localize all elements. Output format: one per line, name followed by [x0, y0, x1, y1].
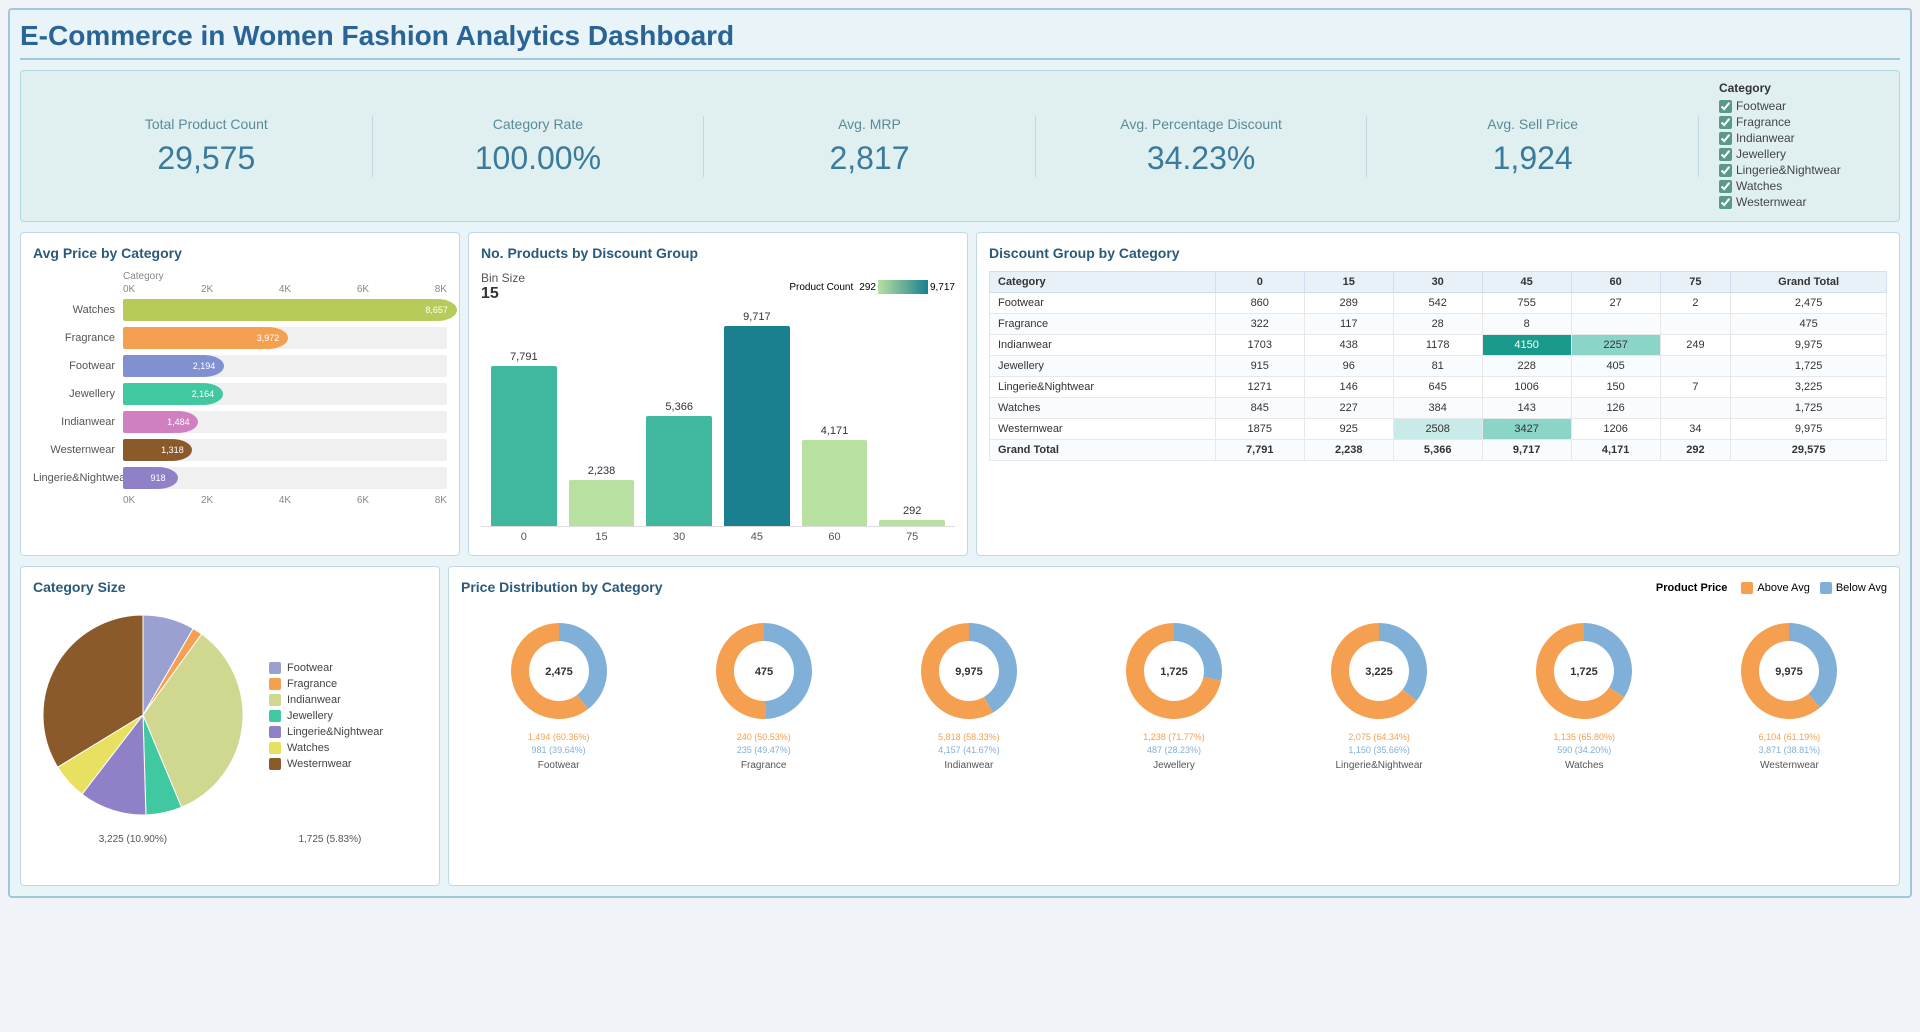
donut-item: 1,7251,135 (65.80%)590 (34.20%)Watches: [1487, 611, 1682, 771]
category-filter-item: Watches: [1719, 179, 1879, 193]
kpi-avg-sell-price: Avg. Sell Price 1,924: [1367, 116, 1699, 177]
donut-svg: 9,975: [1729, 611, 1849, 731]
product-count-legend: Product Count 292 9,717: [789, 280, 955, 294]
pie-legend-item: Fragrance: [269, 678, 383, 690]
donut-item: 9,9755,818 (58.33%)4,157 (41.67%)Indianw…: [871, 611, 1066, 771]
kpi-total-product-count: Total Product Count 29,575: [41, 116, 373, 177]
donut-svg: 475: [704, 611, 824, 731]
dashboard: E-Commerce in Women Fashion Analytics Da…: [8, 8, 1912, 898]
pie-legend-item: Watches: [269, 742, 383, 754]
svg-text:2,475: 2,475: [545, 666, 573, 678]
vbar-col: 5,366: [646, 401, 712, 526]
hbar-row: Footwear 2,194: [33, 355, 447, 377]
donut-category-label: Fragrance: [741, 760, 787, 771]
vbar-col: 9,717: [724, 311, 790, 526]
category-filter-item: Fragrance: [1719, 115, 1879, 129]
hbar-chart: 0K2K4K6K8K Watches 8,657 Fragrance 3,972…: [33, 284, 447, 506]
donut-item: 1,7251,238 (71.77%)487 (28.23%)Jewellery: [1076, 611, 1271, 771]
svg-text:1,725: 1,725: [1571, 666, 1599, 678]
svg-text:1,725: 1,725: [1160, 666, 1188, 678]
avg-price-category-label: Category: [33, 271, 447, 282]
pie-chart: [33, 605, 253, 825]
category-filter-item: Indianwear: [1719, 131, 1879, 145]
category-filter-item: Jewellery: [1719, 147, 1879, 161]
donut-svg: 2,475: [499, 611, 619, 731]
charts-row-1: Avg Price by Category Category 0K2K4K6K8…: [20, 232, 1900, 556]
kpi-row: Total Product Count 29,575 Category Rate…: [20, 70, 1900, 222]
discount-table: Category01530456075Grand TotalFootwear86…: [989, 271, 1887, 461]
pie-legend-item: Jewellery: [269, 710, 383, 722]
table-row: Fragrance322117288475: [990, 314, 1887, 335]
hbar-row: Jewellery 2,164: [33, 383, 447, 405]
kpi-avg-pct-discount: Avg. Percentage Discount 34.23%: [1036, 116, 1368, 177]
donut-category-label: Jewellery: [1153, 760, 1195, 771]
donut-item: 3,2252,075 (64.34%)1,150 (35.66%)Lingeri…: [1282, 611, 1477, 771]
category-filter: Category Footwear Fragrance Indianwear J…: [1699, 81, 1879, 211]
svg-text:475: 475: [755, 666, 773, 678]
vbar-col: 7,791: [491, 351, 557, 526]
table-row: Watches8452273841431261,725: [990, 398, 1887, 419]
pie-legend-item: Westernwear: [269, 758, 383, 770]
donut-legend: Product Price Above AvgBelow Avg: [1656, 582, 1887, 594]
vbar-col: 2,238: [569, 465, 635, 526]
donut-svg: 9,975: [909, 611, 1029, 731]
table-grand-total: Grand Total7,7912,2385,3669,7174,1712922…: [990, 440, 1887, 461]
donut-item: 475240 (50.53%)235 (49.47%)Fragrance: [666, 611, 861, 771]
donut-category-label: Lingerie&Nightwear: [1335, 760, 1422, 771]
kpi-category-rate: Category Rate 100.00%: [373, 116, 705, 177]
donut-category-label: Footwear: [538, 760, 580, 771]
vbar-chart: 7,791 2,238 5,366 9,717 4,171 292 015304…: [481, 307, 955, 543]
avg-price-chart: Avg Price by Category Category 0K2K4K6K8…: [20, 232, 460, 556]
category-size-panel: Category Size FootwearFragranceIndianwea…: [20, 566, 440, 886]
svg-text:9,975: 9,975: [955, 666, 983, 678]
table-row: Footwear8602895427552722,475: [990, 293, 1887, 314]
category-filter-item: Footwear: [1719, 99, 1879, 113]
pie-legend-item: Indianwear: [269, 694, 383, 706]
hbar-row: Indianwear 1,484: [33, 411, 447, 433]
hbar-row: Fragrance 3,972: [33, 327, 447, 349]
donuts-row: 2,4751,494 (60.36%)981 (39.64%)Footwear4…: [461, 611, 1887, 771]
donut-item: 9,9756,104 (61.19%)3,871 (38.81%)Western…: [1692, 611, 1887, 771]
discount-table-panel: Discount Group by Category Category01530…: [976, 232, 1900, 556]
donut-category-label: Westernwear: [1760, 760, 1819, 771]
donut-svg: 3,225: [1319, 611, 1439, 731]
hbar-row: Watches 8,657: [33, 299, 447, 321]
table-row: Lingerie&Nightwear1271146645100615073,22…: [990, 377, 1887, 398]
table-row: Jewellery91596812284051,725: [990, 356, 1887, 377]
page-title: E-Commerce in Women Fashion Analytics Da…: [20, 20, 1900, 60]
donut-item: 2,4751,494 (60.36%)981 (39.64%)Footwear: [461, 611, 656, 771]
pie-legend-item: Lingerie&Nightwear: [269, 726, 383, 738]
table-row: Indianwear17034381178415022572499,975: [990, 335, 1887, 356]
svg-text:9,975: 9,975: [1776, 666, 1804, 678]
donut-svg: 1,725: [1524, 611, 1644, 731]
discount-group-chart: No. Products by Discount Group Bin Size …: [468, 232, 968, 556]
category-filter-item: Lingerie&Nightwear: [1719, 163, 1879, 177]
table-row: Westernwear1875925250834271206349,975: [990, 419, 1887, 440]
price-distribution-panel: Price Distribution by Category Product P…: [448, 566, 1900, 886]
kpi-avg-mrp: Avg. MRP 2,817: [704, 116, 1036, 177]
bottom-row: Category Size FootwearFragranceIndianwea…: [20, 566, 1900, 886]
vbar-col: 292: [879, 505, 945, 526]
svg-text:3,225: 3,225: [1365, 666, 1393, 678]
donut-svg: 1,725: [1114, 611, 1234, 731]
vbar-col: 4,171: [802, 425, 868, 526]
category-filter-item: Westernwear: [1719, 195, 1879, 209]
donut-category-label: Indianwear: [944, 760, 993, 771]
pie-legend-item: Footwear: [269, 662, 383, 674]
bin-size-label: Bin Size 15: [481, 271, 525, 303]
donut-category-label: Watches: [1565, 760, 1604, 771]
hbar-row: Lingerie&Nightwear 918: [33, 467, 447, 489]
pie-legend: Footwear Fragrance Indianwear Jewellery Ling…: [269, 662, 383, 774]
hbar-row: Westernwear 1,318: [33, 439, 447, 461]
